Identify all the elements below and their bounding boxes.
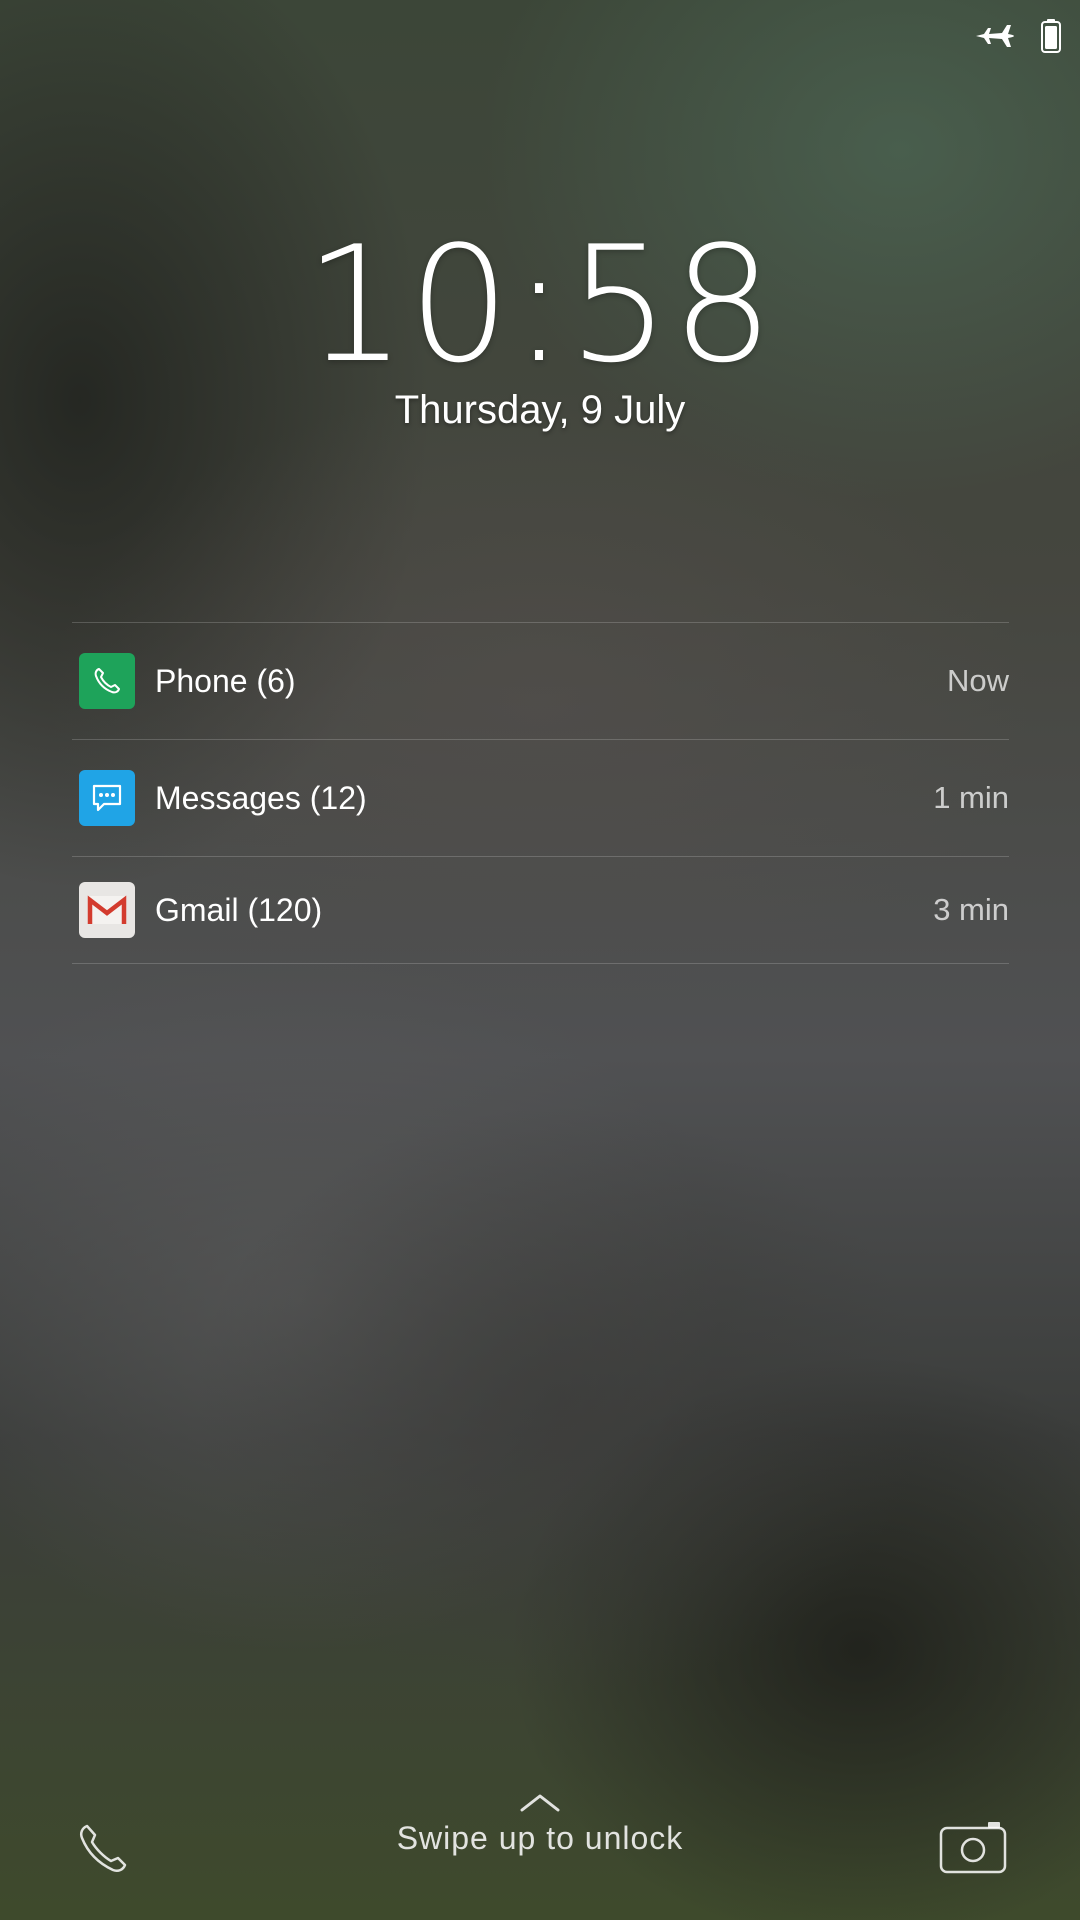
camera-icon[interactable] [938,1818,1010,1880]
notification-messages[interactable]: Messages (12) 1 min [72,740,1009,857]
swipe-unlock-label: Swipe up to unlock [396,1820,684,1856]
lockscreen-date: Thursday, 9 July [394,388,686,432]
messages-app-icon [79,770,135,826]
notification-app-label: Gmail (120) [155,891,323,928]
notification-gmail[interactable]: Gmail (120) 3 min [72,857,1009,964]
gmail-app-icon [79,882,135,938]
phone-app-icon [79,653,135,709]
notification-time: Now [946,663,1009,698]
notification-time: 1 min [933,780,1009,815]
lockscreen-bottom-bar: Swipe up to unlock [0,1790,1080,1900]
notification-app-label: Phone (6) [155,662,296,699]
notification-phone[interactable]: Phone (6) Now [72,623,1009,740]
chevron-up-icon [0,1790,1080,1814]
swipe-unlock-hint[interactable]: Swipe up to unlock [0,1790,1080,1857]
notification-app-label: Messages (12) [155,779,367,816]
battery-icon [1040,18,1062,54]
airplane-icon [974,19,1016,53]
status-bar [974,18,1062,54]
notification-list: Phone (6) Now Messages (12) 1 min Gmail … [72,622,1009,964]
notification-time: 3 min [933,892,1009,927]
lockscreen-clock: 10:58 [304,211,776,398]
